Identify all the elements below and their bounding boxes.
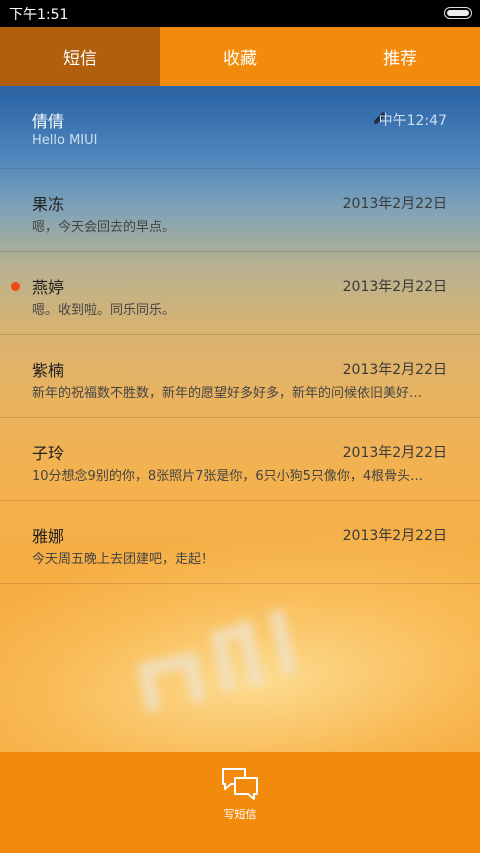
thread-date: 2013年2月22日 (342, 445, 447, 461)
thread-item[interactable]: 紫楠 新年的祝福数不胜数，新年的愿望好多好多，新年的问候依旧美好… 2013年2… (0, 335, 480, 418)
status-bar: 下午1:51 (0, 0, 480, 27)
compose-chat-icon (222, 768, 258, 800)
tab-favorites[interactable]: 收藏 (160, 27, 320, 86)
thread-preview: Hello MIUI (32, 133, 98, 148)
compose-label: 写短信 (223, 808, 257, 821)
tab-messages[interactable]: 短信 (0, 27, 160, 86)
thread-contact: 燕婷 (32, 278, 65, 297)
thread-contact: 果冻 (32, 195, 65, 214)
thread-preview: 新年的祝福数不胜数，新年的愿望好多好多，新年的问候依旧美好… (32, 386, 423, 401)
thread-item[interactable]: 倩倩 Hello MIUI 中午12:47 (0, 86, 480, 169)
thread-date: 2013年2月22日 (342, 362, 447, 378)
unread-dot-icon (11, 282, 20, 291)
thread-date: 2013年2月22日 (342, 196, 447, 212)
thread-list: 倩倩 Hello MIUI 中午12:47 果冻 嗯，今天会回去的早点。 201… (0, 86, 480, 584)
thread-preview: 嗯，今天会回去的早点。 (32, 220, 176, 235)
thread-item[interactable]: 子玲 10分想念9别的你，8张照片7张是你，6只小狗5只像你，4根骨头… 201… (0, 418, 480, 501)
tab-bar: 短信 收藏 推荐 (0, 27, 480, 86)
thread-contact: 雅娜 (32, 527, 65, 546)
thread-contact: 紫楠 (32, 361, 65, 380)
thread-preview: 今天周五晚上去团建吧，走起！ (32, 552, 215, 567)
thread-date: 2013年2月22日 (342, 528, 447, 544)
compose-button[interactable]: 写短信 (200, 766, 280, 841)
battery-icon (444, 7, 472, 19)
thread-item[interactable]: 果冻 嗯，今天会回去的早点。 2013年2月22日 (0, 169, 480, 252)
thread-date: 2013年2月22日 (342, 279, 447, 295)
thread-contact: 倩倩 (32, 112, 65, 131)
bottom-bar: 写短信 (0, 752, 480, 853)
tab-recommended[interactable]: 推荐 (320, 27, 480, 86)
status-time: 下午1:51 (9, 7, 69, 23)
thread-preview: 嗯。收到啦。同乐同乐。 (32, 303, 176, 318)
thread-item[interactable]: 雅娜 今天周五晚上去团建吧，走起！ 2013年2月22日 (0, 501, 480, 584)
thread-item[interactable]: 燕婷 嗯。收到啦。同乐同乐。 2013年2月22日 (0, 252, 480, 335)
thread-date: 中午12:47 (378, 113, 447, 129)
thread-preview: 10分想念9别的你，8张照片7张是你，6只小狗5只像你，4根骨头… (32, 469, 424, 484)
thread-contact: 子玲 (32, 444, 65, 463)
